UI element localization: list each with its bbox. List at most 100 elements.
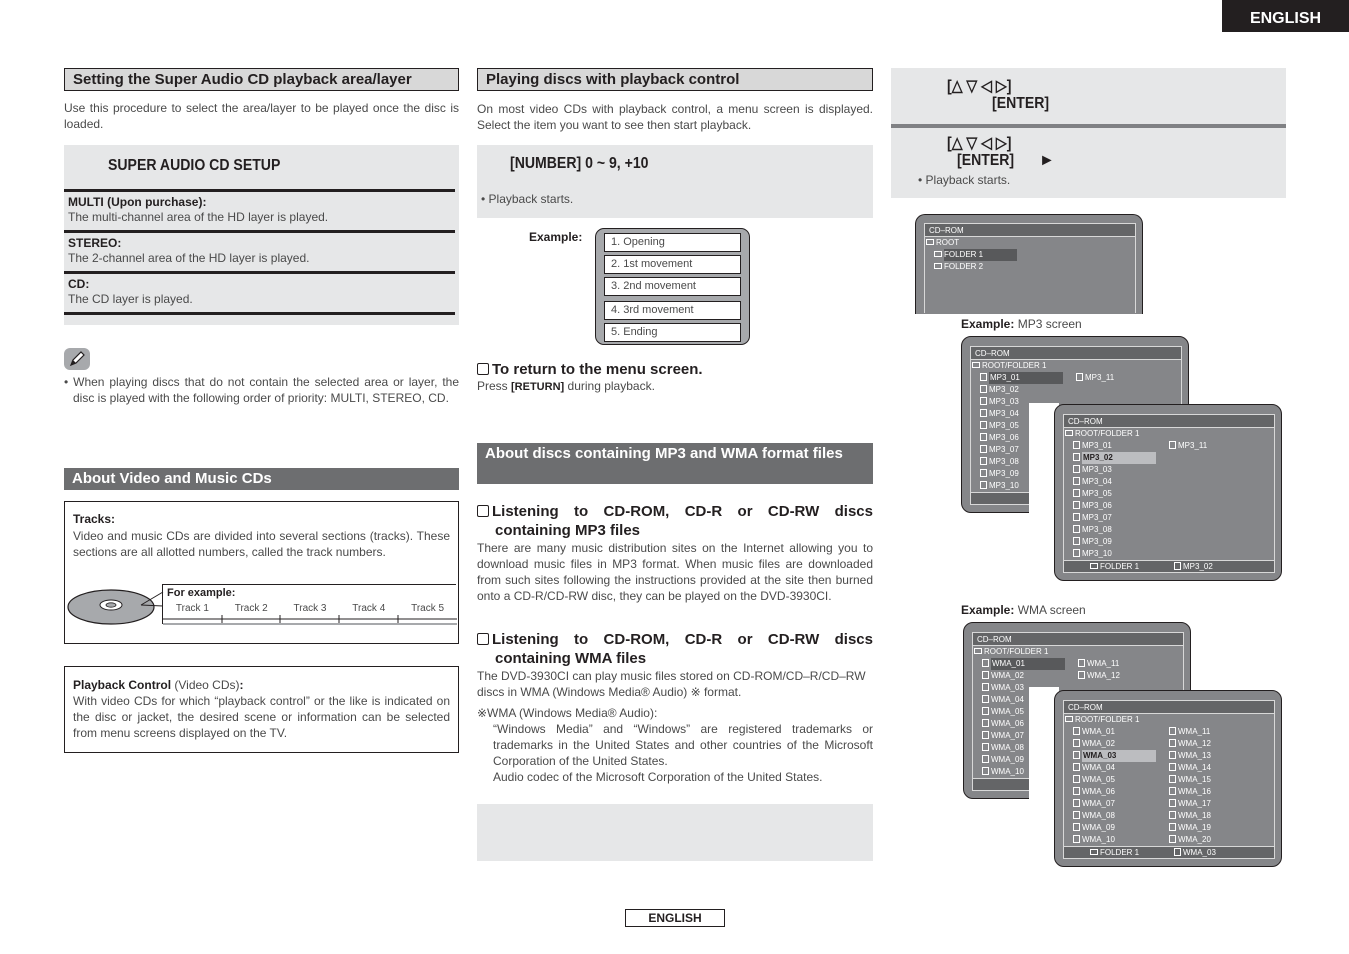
caption-text: WMA screen [1014, 603, 1086, 617]
track-label: Track 4 [352, 603, 386, 614]
folder-row[interactable]: FOLDER 2 [925, 261, 1135, 273]
file-row[interactable]: WMA_06 [982, 718, 1024, 730]
file-label: WMA_16 [1178, 787, 1211, 796]
music-file-icon [1169, 441, 1176, 449]
file-row[interactable]: WMA_09 [1073, 822, 1115, 834]
music-file-icon [1169, 799, 1176, 807]
option-desc: The multi-channel area of the HD layer i… [68, 210, 329, 224]
file-row[interactable]: WMA_04 [1073, 762, 1115, 774]
file-label: MP3_03 [1082, 465, 1112, 474]
file-label: WMA_08 [991, 743, 1024, 752]
file-row[interactable]: WMA_20 [1169, 834, 1211, 846]
music-file-icon [1169, 739, 1176, 747]
music-file-icon [1073, 823, 1080, 831]
file-row[interactable]: WMA_01 [982, 658, 1065, 670]
wma-heading: Listening to CD-ROM, CD-R or CD-RW discs… [477, 630, 873, 668]
footer-file: MP3_02 [1174, 561, 1213, 573]
file-row[interactable]: MP3_02 [980, 384, 1019, 396]
file-row[interactable]: MP3_10 [980, 480, 1019, 492]
file-row[interactable]: MP3_05 [1073, 488, 1112, 500]
file-row[interactable]: MP3_09 [1073, 536, 1112, 548]
file-row[interactable]: WMA_13 [1169, 750, 1211, 762]
track-label: Track 5 [411, 603, 445, 614]
file-row[interactable]: WMA_06 [1073, 786, 1115, 798]
file-row[interactable]: MP3_03 [1073, 464, 1112, 476]
folder-row[interactable]: FOLDER 1 [925, 249, 1135, 261]
file-row[interactable]: WMA_14 [1169, 762, 1211, 774]
mp3-caption: Example: MP3 screen [961, 317, 1082, 331]
file-row[interactable]: MP3_07 [1073, 512, 1112, 524]
music-file-icon [1169, 763, 1176, 771]
file-row[interactable]: MP3_03 [980, 396, 1019, 408]
option-stereo: STEREO: The 2-channel area of the HD laye… [64, 230, 455, 271]
track-label: Track 2 [234, 603, 268, 614]
file-row[interactable]: WMA_12 [1078, 670, 1120, 682]
file-row[interactable]: WMA_19 [1169, 822, 1211, 834]
file-row[interactable]: WMA_11 [1078, 658, 1119, 670]
file-row[interactable]: WMA_08 [982, 742, 1024, 754]
file-row[interactable]: MP3_08 [980, 456, 1019, 468]
file-row[interactable]: MP3_07 [980, 444, 1019, 456]
music-file-icon [982, 731, 989, 739]
file-row[interactable]: WMA_02 [982, 670, 1024, 682]
arrow-keys: [△ ▽ ◁ ▷] [947, 135, 1012, 152]
file-label: WMA_18 [1178, 811, 1211, 820]
music-file-icon [982, 767, 989, 775]
file-label: MP3_02 [989, 385, 1019, 394]
file-row[interactable]: WMA_08 [1073, 810, 1115, 822]
file-row[interactable]: WMA_10 [982, 766, 1024, 778]
file-row[interactable]: WMA_07 [1073, 798, 1115, 810]
file-row[interactable]: WMA_05 [1073, 774, 1115, 786]
sacd-intro: Use this procedure to select the area/la… [64, 101, 459, 131]
file-row[interactable]: WMA_05 [982, 706, 1024, 718]
music-file-icon [1078, 671, 1085, 679]
file-row[interactable]: WMA_10 [1073, 834, 1115, 846]
root-label: ROOT [936, 238, 960, 247]
music-file-icon [982, 671, 989, 679]
pbc-box: Playback Control (Video CDs): With video… [64, 666, 459, 753]
music-file-icon [1169, 823, 1176, 831]
music-file-icon [1174, 848, 1181, 856]
footer-folder: FOLDER 1 [1090, 561, 1139, 573]
file-row[interactable]: WMA_02 [1073, 738, 1115, 750]
file-label: WMA_08 [1082, 811, 1115, 820]
file-row[interactable]: WMA_18 [1169, 810, 1211, 822]
file-row[interactable]: WMA_12 [1169, 738, 1211, 750]
file-row[interactable]: MP3_04 [980, 408, 1019, 420]
file-label: WMA_12 [1087, 671, 1120, 680]
file-row[interactable]: WMA_09 [982, 754, 1024, 766]
file-row[interactable]: WMA_03 [982, 682, 1024, 694]
file-row[interactable]: MP3_08 [1073, 524, 1112, 536]
music-file-icon [1073, 549, 1080, 557]
setup-title: SUPER AUDIO CD SETUP [108, 157, 281, 174]
file-row[interactable]: WMA_11 [1169, 726, 1210, 738]
file-row[interactable]: MP3_06 [1073, 500, 1112, 512]
file-row[interactable]: MP3_02 [1073, 452, 1156, 464]
file-row[interactable]: WMA_15 [1169, 774, 1211, 786]
file-row[interactable]: MP3_10 [1073, 548, 1112, 560]
file-row[interactable]: MP3_06 [980, 432, 1019, 444]
file-row[interactable]: WMA_03 [1073, 750, 1156, 762]
screen-footer: FOLDER 1 MP3_02 [1064, 560, 1274, 572]
section-heading-pbc: Playing discs with playback control [477, 68, 873, 91]
music-file-icon [1073, 751, 1080, 759]
file-row[interactable]: MP3_04 [1073, 476, 1112, 488]
file-row[interactable]: WMA_04 [982, 694, 1024, 706]
folder-icon [934, 251, 942, 257]
file-label: WMA_02 [1082, 739, 1115, 748]
file-label: MP3_06 [989, 433, 1019, 442]
caption-bold: Example: [961, 603, 1015, 617]
file-row[interactable]: MP3_05 [980, 420, 1019, 432]
file-row[interactable]: MP3_01 [1073, 440, 1112, 452]
file-row[interactable]: WMA_17 [1169, 798, 1211, 810]
file-row[interactable]: WMA_16 [1169, 786, 1211, 798]
file-row[interactable]: WMA_07 [982, 730, 1024, 742]
file-label: WMA_11 [1178, 727, 1211, 736]
file-row[interactable]: WMA_01 [1073, 726, 1115, 738]
file-row[interactable]: MP3_11 [1076, 372, 1114, 384]
music-file-icon [982, 707, 989, 715]
file-row[interactable]: MP3_09 [980, 468, 1019, 480]
file-list: MP3_01 MP3_02 MP3_03 MP3_04 MP3_05 MP3_06 MP3_… [1064, 440, 1274, 560]
file-row[interactable]: MP3_01 [980, 372, 1063, 384]
file-row[interactable]: MP3_11 [1169, 440, 1207, 452]
